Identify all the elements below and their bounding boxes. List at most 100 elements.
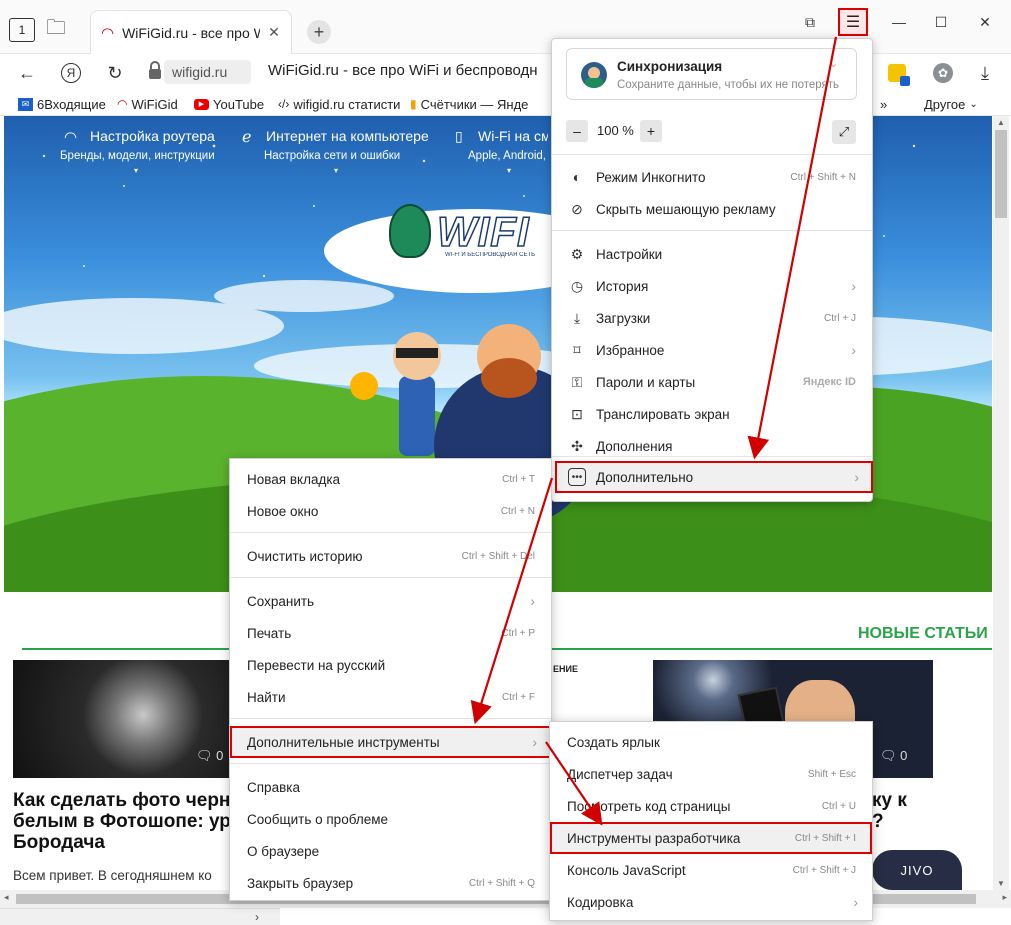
status-scroll-strip: ›: [0, 908, 280, 925]
new-group-button[interactable]: 🗀: [40, 14, 72, 46]
bookmark-label: 6Входящие: [37, 96, 106, 112]
reload-button[interactable]: ↻: [102, 60, 128, 86]
chevron-down-icon: ▾: [334, 166, 339, 175]
active-tab[interactable]: ◠ WiFiGid.ru - все про WiFi ✕: [90, 10, 292, 54]
bookmarks-panel-button[interactable]: ⧉: [795, 8, 825, 36]
plus-icon: +: [313, 21, 325, 42]
menu-item-bookmarks[interactable]: ⌑ Избранное ›: [552, 334, 872, 366]
downloads-button[interactable]: ⤓: [972, 60, 998, 86]
more-icon: •••: [568, 468, 586, 486]
leaf-icon: ✿: [933, 63, 953, 83]
chevron-right-icon: ›: [853, 894, 858, 910]
menu-item-new-window[interactable]: Новое окно Ctrl + N: [230, 495, 551, 527]
zoom-in-button[interactable]: +: [640, 120, 662, 142]
site-link-wifi-phone[interactable]: Wi-Fi на см: [478, 128, 548, 144]
tab-grid-button[interactable]: 1: [6, 14, 38, 46]
wifi-icon: ◠: [117, 97, 128, 111]
address-page-title[interactable]: WiFiGid.ru - все про WiFi и беспроводн: [268, 62, 548, 79]
bookmark-inbox[interactable]: ✉ 6Входящие: [18, 95, 106, 113]
site-logo-text[interactable]: WIFI: [437, 208, 549, 256]
back-button[interactable]: ←: [14, 60, 40, 86]
article2-title-frag2[interactable]: ?: [872, 811, 884, 833]
bookmarks-other[interactable]: Другое ⌄: [924, 95, 978, 113]
menu-item-downloads[interactable]: ⤓ Загрузки Ctrl + J: [552, 302, 872, 334]
menu-item-view-source[interactable]: Посмотреть код страницы Ctrl + U: [550, 790, 872, 822]
chevron-right-icon: ›: [854, 469, 859, 485]
bookmarks-overflow[interactable]: »: [880, 95, 887, 113]
menu-item-shortcut: Ctrl + Shift + I: [794, 832, 856, 844]
menu-item-label: Новое окно: [247, 503, 319, 519]
menu-item-passwords[interactable]: ⚿ Пароли и карты Яндекс ID: [552, 366, 872, 398]
menu-item-translate[interactable]: Перевести на русский: [230, 649, 551, 681]
site-link-internet[interactable]: Интернет на компьютере: [266, 128, 429, 144]
menu-item-report-problem[interactable]: Сообщить о проблеме: [230, 803, 551, 835]
maximize-button[interactable]: ☐: [926, 8, 956, 36]
bookmark-wifigid-stats[interactable]: ‹/› wifigid.ru статисти: [278, 95, 400, 113]
bookmark-wifigid[interactable]: ◠ WiFiGid: [117, 95, 178, 113]
menu-item-shortcut: Ctrl + Shift + Q: [468, 877, 535, 889]
menu-item-hide-ads[interactable]: ⊘ Скрыть мешающую рекламу: [552, 193, 872, 225]
clock-icon: ◷: [570, 277, 584, 294]
menu-item-new-tab[interactable]: Новая вкладка Ctrl + T: [230, 463, 551, 495]
article2-title-frag[interactable]: ку к: [872, 790, 907, 812]
bookmark-counters[interactable]: ▮ Счётчики — Янде: [410, 95, 550, 113]
site-logo-subtitle: WI-FI И БЕСПРОВОДНАЯ СЕТЬ: [445, 252, 536, 258]
article-title[interactable]: Как сделать фото черн белым в Фотошопе: …: [13, 790, 243, 853]
menu-item-incognito[interactable]: ◐ Режим Инкогнито Ctrl + Shift + N: [552, 161, 872, 193]
bookmark-outline-icon: ⧉: [805, 13, 815, 30]
minimize-button[interactable]: —: [884, 8, 914, 36]
jivo-chat-button[interactable]: JIVO: [872, 850, 962, 890]
scroll-thumb[interactable]: [995, 130, 1007, 218]
menu-item-encoding[interactable]: Кодировка ›: [550, 886, 872, 918]
menu-item-shortcut: Ctrl + F: [501, 691, 535, 703]
tab-close-icon[interactable]: ✕: [268, 24, 280, 41]
menu-item-cast[interactable]: ⊡ Транслировать экран: [552, 398, 872, 430]
zoom-level: 100 %: [597, 123, 634, 138]
menu-item-clear-history[interactable]: Очистить историю Ctrl + Shift + Del: [230, 540, 551, 572]
menu-separator: [230, 763, 551, 764]
menu-item-history[interactable]: ◷ История ›: [552, 270, 872, 302]
key-icon: ⚿: [571, 373, 583, 390]
main-menu-button[interactable]: ☰: [838, 8, 868, 36]
extension-button[interactable]: [884, 60, 910, 86]
menu-item-find[interactable]: Найти Ctrl + F: [230, 681, 551, 713]
site-link-router[interactable]: Настройка роутера: [90, 128, 215, 144]
new-tab-button[interactable]: +: [307, 20, 331, 44]
vertical-scrollbar[interactable]: ▲ ▼: [993, 116, 1009, 890]
menu-item-js-console[interactable]: Консоль JavaScript Ctrl + Shift + J: [550, 854, 872, 886]
menu-item-label: Сообщить о проблеме: [247, 811, 388, 827]
cast-icon: ⊡: [571, 405, 583, 422]
menu-item-more-tools[interactable]: Дополнительные инструменты ›: [230, 726, 551, 758]
fullscreen-button[interactable]: ⤢: [832, 120, 856, 144]
menu-item-create-shortcut[interactable]: Создать ярлык: [550, 726, 872, 758]
menu-separator: [230, 718, 551, 719]
menu-item-shortcut: Ctrl + T: [502, 473, 535, 485]
comment-count-label: 0: [900, 748, 908, 763]
menu-item-help[interactable]: Справка: [230, 771, 551, 803]
menu-item-settings[interactable]: ⚙ Настройки: [552, 238, 872, 270]
phone-icon: ▯: [455, 128, 463, 144]
lock-icon[interactable]: [146, 61, 164, 81]
menu-item-devtools[interactable]: Инструменты разработчика Ctrl + Shift + I: [550, 822, 872, 854]
menu-separator: [552, 230, 872, 231]
menu-item-task-manager[interactable]: Диспетчер задач Shift + Esc: [550, 758, 872, 790]
close-window-button[interactable]: ✕: [970, 8, 1000, 36]
menu-item-more[interactable]: ••• Дополнительно ›: [555, 461, 873, 493]
sync-card[interactable]: Синхронизация Сохраните данные, чтобы их…: [566, 48, 857, 100]
menu-item-about[interactable]: О браузере: [230, 835, 551, 867]
yandex-button[interactable]: Я: [58, 60, 84, 86]
tools-submenu: Создать ярлык Диспетчер задач Shift + Esc…: [549, 721, 873, 921]
menu-item-label: Очистить историю: [247, 548, 363, 564]
bookmark-youtube[interactable]: ▶ YouTube: [194, 95, 264, 113]
new-articles-heading[interactable]: НОВЫЕ СТАТЬИ: [858, 625, 988, 643]
ext-leaf-button[interactable]: ✿: [930, 60, 956, 86]
gear-icon: ⚙: [570, 245, 584, 262]
url-domain[interactable]: wifigid.ru: [164, 60, 251, 84]
menu-item-save[interactable]: Сохранить ›: [230, 585, 551, 617]
menu-item-close-browser[interactable]: Закрыть браузер Ctrl + Shift + Q: [230, 867, 551, 899]
chevron-down-icon: ▾: [134, 166, 139, 175]
reload-icon: ↻: [107, 62, 123, 83]
zoom-out-button[interactable]: –: [566, 120, 588, 142]
menu-item-extensions[interactable]: ✣ Дополнения: [552, 430, 872, 462]
menu-item-print[interactable]: Печать Ctrl + P: [230, 617, 551, 649]
